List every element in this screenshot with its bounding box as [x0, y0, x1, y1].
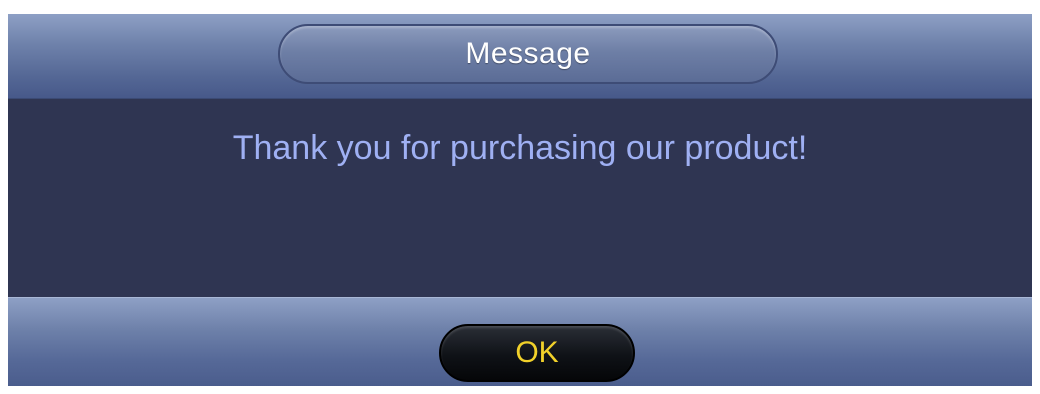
- ok-button-label: OK: [515, 336, 559, 369]
- ok-button[interactable]: OK: [439, 324, 635, 382]
- dialog-title: Message: [465, 37, 591, 70]
- message-dialog: Message Thank you for purchasing our pro…: [8, 14, 1032, 386]
- dialog-message: Thank you for purchasing our product!: [232, 129, 808, 167]
- title-bar: Message: [278, 24, 778, 84]
- dialog-body: Thank you for purchasing our product!: [8, 99, 1032, 297]
- dialog-footer: OK: [8, 297, 1032, 386]
- dialog-header: Message: [8, 14, 1032, 99]
